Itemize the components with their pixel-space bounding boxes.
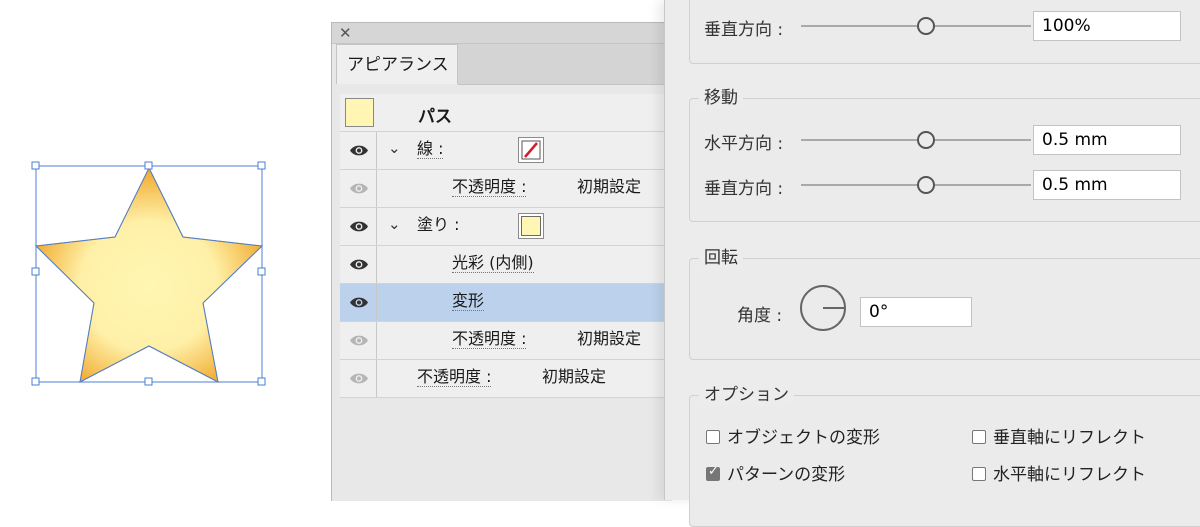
move-group: 移動 水平方向 : 垂直方向 : xyxy=(689,87,1200,222)
handle-bottom-center xyxy=(144,377,153,386)
chevron-down-icon[interactable]: ⌄ xyxy=(388,215,401,233)
angle-input[interactable] xyxy=(860,297,972,327)
handle-top-left xyxy=(31,161,40,170)
options-group: オプション オブジェクトの変形 垂直軸にリフレクト パターンの変形 水平軸にリフ… xyxy=(689,384,1200,527)
visibility-eye-icon[interactable] xyxy=(340,360,377,397)
angle-dial-icon[interactable] xyxy=(800,285,846,331)
options-group-title: オプション xyxy=(699,384,794,406)
no-stroke-icon xyxy=(521,140,541,160)
fill-opacity-row[interactable]: 不透明度 : 初期設定 xyxy=(340,322,672,360)
move-horizontal-row: 水平方向 : xyxy=(704,125,1200,155)
move-vertical-label: 垂直方向 : xyxy=(704,179,784,199)
scale-vertical-row: 垂直方向 : xyxy=(704,11,1200,41)
transform-patterns-checkbox[interactable] xyxy=(706,464,720,481)
angle-label: 角度 : xyxy=(737,306,783,326)
reflect-vertical-option[interactable]: 垂直軸にリフレクト xyxy=(972,423,1146,448)
scale-vertical-slider[interactable] xyxy=(801,25,1031,27)
move-horizontal-slider[interactable] xyxy=(801,139,1031,141)
visibility-eye-icon[interactable] xyxy=(340,208,377,245)
fill-row[interactable]: ⌄ 塗り : xyxy=(340,208,672,246)
fill-opacity-value: 初期設定 xyxy=(577,329,642,348)
transform-objects-option[interactable]: オブジェクトの変形 xyxy=(706,423,880,448)
stroke-swatch[interactable] xyxy=(518,137,544,163)
path-label: パス xyxy=(418,107,452,127)
object-opacity-value: 初期設定 xyxy=(542,367,607,386)
handle-middle-left xyxy=(31,267,40,276)
star-shape[interactable] xyxy=(34,166,264,383)
move-horizontal-label: 水平方向 : xyxy=(704,134,784,154)
transform-objects-label: オブジェクトの変形 xyxy=(727,428,880,448)
tab-strip xyxy=(458,44,672,85)
chevron-down-icon[interactable]: ⌄ xyxy=(388,139,401,157)
close-icon[interactable]: ✕ xyxy=(339,24,352,42)
inner-glow-row[interactable]: 光彩 (内側) xyxy=(340,246,672,284)
reflect-horizontal-label: 水平軸にリフレクト xyxy=(993,465,1146,485)
reflect-vertical-label: 垂直軸にリフレクト xyxy=(993,428,1146,448)
object-opacity-label[interactable]: 不透明度 : xyxy=(417,368,492,387)
tab-appearance[interactable]: アピアランス xyxy=(336,44,458,84)
transform-objects-checkbox[interactable] xyxy=(706,430,720,444)
reflect-horizontal-checkbox[interactable] xyxy=(972,467,986,481)
stroke-opacity-label[interactable]: 不透明度 : xyxy=(452,178,527,197)
move-horizontal-input[interactable] xyxy=(1033,125,1181,155)
stroke-opacity-row[interactable]: 不透明度 : 初期設定 xyxy=(340,170,672,208)
transform-effect-dialog: 垂直方向 : 移動 水平方向 : 垂直方向 : 回転 角度 : xyxy=(664,0,1200,527)
move-vertical-row: 垂直方向 : xyxy=(704,170,1200,200)
stroke-row[interactable]: ⌄ 線 : xyxy=(340,132,672,170)
scale-group: 垂直方向 : xyxy=(689,0,1200,64)
scale-vertical-label: 垂直方向 : xyxy=(704,20,784,40)
scale-vertical-slider-knob[interactable] xyxy=(917,17,935,35)
handle-bottom-left xyxy=(31,377,40,386)
stroke-opacity-value: 初期設定 xyxy=(577,177,642,196)
path-thumbnail xyxy=(345,98,374,127)
move-vertical-slider[interactable] xyxy=(801,184,1031,186)
fill-swatch[interactable] xyxy=(518,213,544,239)
scale-vertical-input[interactable] xyxy=(1033,11,1181,41)
transform-effect-label[interactable]: 変形 xyxy=(452,292,485,311)
handle-top-center xyxy=(144,161,153,170)
handle-middle-right xyxy=(257,267,266,276)
rotate-group: 回転 角度 : xyxy=(689,247,1200,360)
reflect-horizontal-option[interactable]: 水平軸にリフレクト xyxy=(972,460,1146,485)
fill-label[interactable]: 塗り : xyxy=(417,216,459,234)
appearance-list: パス ⌄ 線 : 不透明度 : 初期設定 ⌄ 塗り: 光彩 (内側) 変形 不… xyxy=(340,94,672,398)
canvas-artwork xyxy=(31,161,266,386)
move-vertical-slider-knob[interactable] xyxy=(917,176,935,194)
visibility-eye-icon[interactable] xyxy=(340,170,377,207)
visibility-eye-icon[interactable] xyxy=(340,284,377,321)
stroke-label[interactable]: 線 : xyxy=(417,140,444,159)
handle-top-right xyxy=(257,161,266,170)
appearance-panel: ✕ アピアランス パス ⌄ 線 : 不透明度: 初期設定 ⌄ 塗り: 光彩 … xyxy=(331,22,672,501)
reflect-vertical-checkbox[interactable] xyxy=(972,430,986,444)
fill-color-chip xyxy=(521,216,541,236)
visibility-eye-icon[interactable] xyxy=(340,132,377,169)
fill-opacity-label[interactable]: 不透明度 : xyxy=(452,330,527,349)
rotate-angle-row: 角度 : xyxy=(737,285,1037,331)
visibility-eye-icon[interactable] xyxy=(340,322,377,359)
move-vertical-input[interactable] xyxy=(1033,170,1181,200)
visibility-eye-icon[interactable] xyxy=(340,246,377,283)
transform-patterns-option[interactable]: パターンの変形 xyxy=(706,460,845,485)
handle-bottom-right xyxy=(257,377,266,386)
move-horizontal-slider-knob[interactable] xyxy=(917,131,935,149)
object-opacity-row[interactable]: 不透明度 : 初期設定 xyxy=(340,360,672,398)
transform-effect-row[interactable]: 変形 xyxy=(340,284,672,322)
panel-title-bar[interactable]: ✕ xyxy=(332,23,672,44)
transform-patterns-label: パターンの変形 xyxy=(727,465,846,485)
path-row[interactable]: パス xyxy=(340,94,672,132)
inner-glow-label[interactable]: 光彩 (内側) xyxy=(452,254,534,273)
move-group-title: 移動 xyxy=(699,87,743,109)
rotate-group-title: 回転 xyxy=(699,247,743,269)
